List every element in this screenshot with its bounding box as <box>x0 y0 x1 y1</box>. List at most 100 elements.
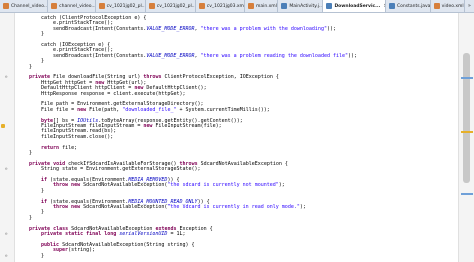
code-token: SdcardNotAvailableException( <box>83 204 168 210</box>
code-token: "the sdcard is currently not mounted" <box>167 182 279 189</box>
xml-file-icon <box>98 3 105 9</box>
editor-tab[interactable]: Constants.java <box>386 0 431 12</box>
left-ruler: ⊖ ⊖ ⊖ ⊖ <box>0 13 15 262</box>
code-line: } <box>41 31 44 37</box>
code-token: throws <box>143 74 165 81</box>
code-token: "there was a problem with the downloadin… <box>200 25 327 32</box>
code-line: } <box>29 64 32 70</box>
code-token: } <box>41 187 45 194</box>
java-file-icon <box>281 3 288 9</box>
code-editor[interactable]: ⊖ ⊖ ⊖ ⊖ catch (ClientProtocolException e) {… <box>0 13 474 262</box>
overview-info-marker[interactable] <box>461 77 473 79</box>
code-line: sendBroadcast(Intent(Constants.VALUE_MOD… <box>53 26 336 32</box>
code-token: )); <box>348 52 358 59</box>
code-line: super(string); <box>53 247 95 253</box>
editor-tab[interactable]: Channel_video... <box>0 0 49 12</box>
fold-toggle-icon[interactable]: ⊖ <box>5 166 7 171</box>
tab-label: cv_1021jg02_pl... <box>156 3 196 9</box>
xml-file-icon <box>3 3 9 9</box>
tab-label: main.xml <box>255 3 277 9</box>
tab-overflow-button[interactable]: » <box>465 0 474 12</box>
xml-file-icon <box>433 3 440 9</box>
code-token: if <box>41 198 51 205</box>
code-line: } <box>29 150 32 156</box>
fold-toggle-icon[interactable]: ⊖ <box>5 231 7 236</box>
xml-file-icon <box>51 3 58 9</box>
code-token: new <box>143 123 156 129</box>
code-token: serialVersionUID <box>119 231 168 237</box>
code-token: (string); <box>68 247 96 254</box>
tab-label: DownloadServic... <box>334 3 381 9</box>
code-token: SdcardNotAvailableException( <box>83 182 168 189</box>
code-token: file; <box>62 144 78 151</box>
editor-tab[interactable]: video.xml <box>431 0 465 12</box>
code-token: sendBroadcast(Intent(Constants. <box>53 25 147 32</box>
code-token: HttpResponse response = client.execute(h… <box>41 90 186 97</box>
editor-tab[interactable]: MainActivity.j... <box>278 0 324 12</box>
code-token: SdcardNotAvailableException { <box>200 160 288 167</box>
editor-tab[interactable]: cv_1021jg02_pl... <box>96 0 146 12</box>
code-token: } <box>41 58 45 65</box>
code-line: } <box>41 253 44 259</box>
xml-file-icon <box>247 3 254 9</box>
code-line: } <box>41 58 44 64</box>
code-area[interactable]: catch (ClientProtocolException e) {e.pri… <box>17 13 453 262</box>
code-line: throw new SdcardNotAvailableException("t… <box>53 204 306 210</box>
code-line: } <box>41 188 44 194</box>
code-line: } <box>41 209 44 215</box>
code-token: + System.currentTimeMillis()); <box>176 106 270 113</box>
code-token: ); <box>278 182 285 189</box>
code-token: File file = <box>41 106 78 113</box>
code-token: "the sdcard is currently in read only mo… <box>167 204 300 210</box>
editor-tab[interactable]: cv_1021jg03.xml <box>196 0 245 12</box>
code-token: sendBroadcast(Intent(Constants. <box>53 52 147 59</box>
overview-warning-marker[interactable] <box>461 131 473 133</box>
code-line: throw new SdcardNotAvailableException("t… <box>53 182 285 188</box>
code-line: sendBroadcast(Intent(Constants.VALUE_MOD… <box>53 53 357 59</box>
code-token: } <box>41 209 45 216</box>
code-line: } <box>29 215 32 221</box>
code-token: String state = Environment.getExternalSt… <box>41 166 201 173</box>
editor-tab[interactable]: cv_1021jg02_pl... <box>146 0 196 12</box>
tab-label: video.xml <box>441 3 464 9</box>
code-token: VALUE_MODE_ERROR <box>146 25 195 32</box>
code-token: super <box>53 247 69 254</box>
overview-ruler[interactable] <box>458 13 474 262</box>
code-token: private static final long <box>41 231 120 237</box>
code-token: throw new <box>53 204 84 210</box>
fold-toggle-icon[interactable]: ⊖ <box>5 74 7 79</box>
code-token: fileInputStream.close(); <box>41 133 114 140</box>
code-line: String state = Environment.getExternalSt… <box>41 166 201 172</box>
warning-icon[interactable] <box>1 124 5 128</box>
tab-label: MainActivity.j... <box>289 3 324 9</box>
vertical-scrollbar-thumb[interactable] <box>463 53 470 183</box>
editor-tab-bar: Channel_video... channel_video... cv_1021j… <box>0 0 474 13</box>
code-token: } <box>29 63 33 70</box>
overview-info-marker[interactable] <box>461 193 473 195</box>
code-token: } <box>29 150 33 156</box>
code-token: throw new <box>53 182 84 189</box>
code-token: = 1L; <box>167 231 186 237</box>
tab-label: cv_1021jg02_pl... <box>106 3 146 9</box>
code-token: VALUE_MODE_ERROR <box>146 52 195 59</box>
xml-file-icon <box>148 3 155 9</box>
code-token: File(path, <box>89 106 123 113</box>
xml-file-icon <box>198 3 205 9</box>
code-token: "downloaded_file_" <box>122 106 177 113</box>
code-line: fileInputStream.close(); <box>41 134 113 140</box>
editor-tab[interactable]: channel_video... <box>48 0 96 12</box>
fold-toggle-icon[interactable]: ⊖ <box>5 253 7 258</box>
code-token: new <box>77 106 90 113</box>
code-line: return file; <box>41 145 77 151</box>
editor-tab[interactable]: DownloadServic...× <box>323 0 386 12</box>
code-token: )); <box>326 25 336 32</box>
code-line: private static final long serialVersionU… <box>41 231 186 237</box>
code-token: ClientProtocolException, IOException { <box>164 74 279 81</box>
code-token: } <box>41 31 45 38</box>
code-token: if <box>41 177 51 183</box>
tab-label: channel_video... <box>59 3 96 9</box>
editor-tab[interactable]: main.xml <box>245 0 279 12</box>
code-token: } <box>29 214 33 221</box>
tab-label: Constants.java <box>396 3 431 9</box>
code-token: } <box>41 252 45 259</box>
